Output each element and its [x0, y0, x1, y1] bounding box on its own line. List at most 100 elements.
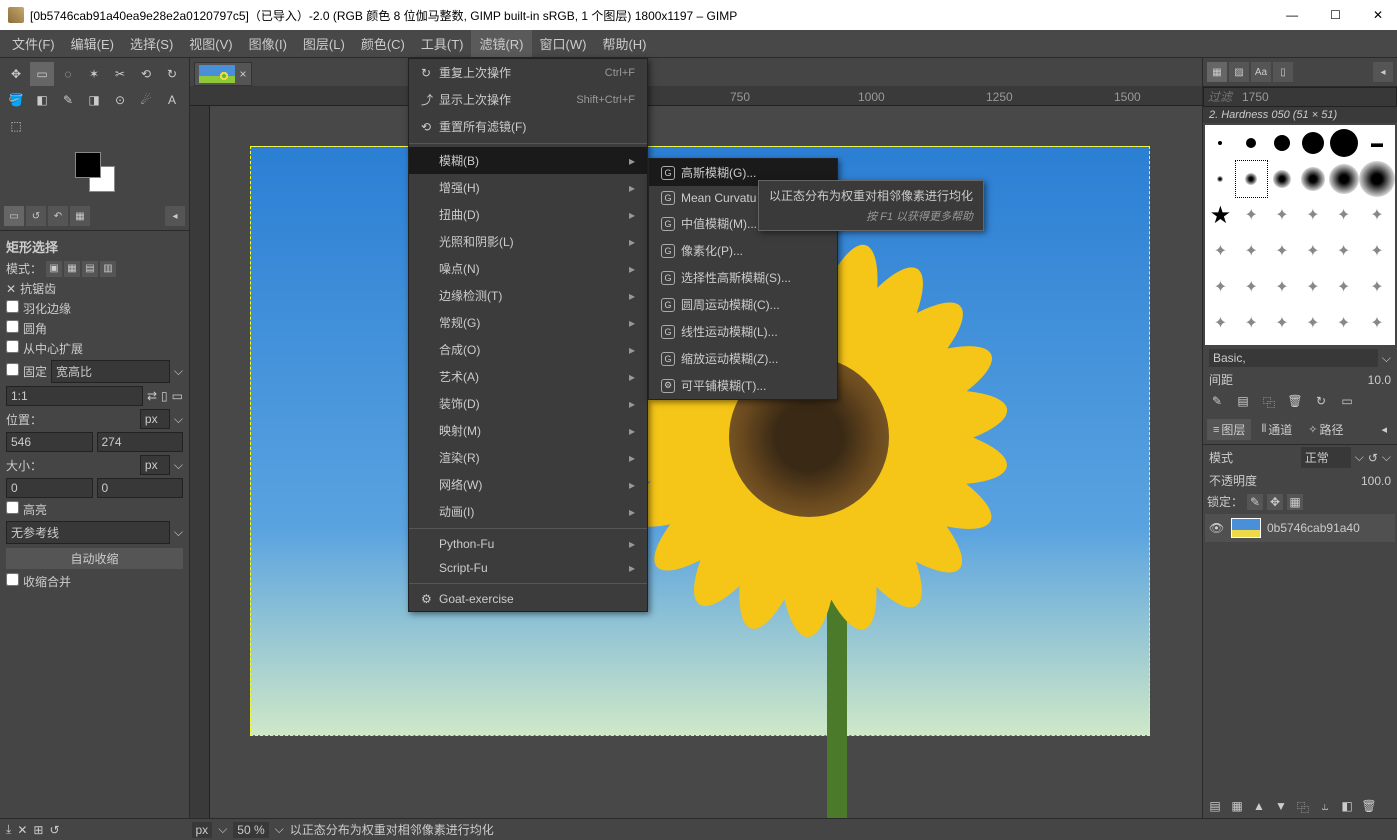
- menu-item[interactable]: ↻重复上次操作Ctrl+F: [409, 59, 647, 86]
- brush-item[interactable]: ▬: [1359, 125, 1395, 161]
- menu-4[interactable]: 图像(I): [241, 30, 295, 57]
- image-tab[interactable]: ×: [194, 62, 252, 86]
- brush-item[interactable]: ✦: [1297, 305, 1328, 341]
- mode-subtract[interactable]: ▤: [82, 261, 98, 277]
- dropdown-icon[interactable]: ⌵: [275, 822, 284, 837]
- move-tool[interactable]: ✥: [4, 62, 28, 86]
- pencil-tool[interactable]: ✎: [56, 88, 80, 112]
- images-tab[interactable]: ▦: [70, 206, 90, 226]
- size-h-input[interactable]: 0: [97, 478, 184, 498]
- brush-item[interactable]: ✦: [1328, 305, 1359, 341]
- brush-item[interactable]: ✦: [1205, 305, 1236, 341]
- mode-intersect[interactable]: ▥: [100, 261, 116, 277]
- raise-layer-icon[interactable]: ▲: [1251, 799, 1267, 816]
- brush-item[interactable]: [1267, 161, 1298, 197]
- dropdown-icon[interactable]: ⌵: [174, 525, 183, 540]
- brush-item[interactable]: [1267, 125, 1298, 161]
- menu-9[interactable]: 窗口(W): [532, 30, 595, 57]
- dock-menu[interactable]: ◂: [1373, 62, 1393, 82]
- feather-checkbox[interactable]: 羽化边缘: [6, 300, 71, 317]
- menu-item[interactable]: 渲染(R)▸: [409, 444, 647, 471]
- new-brush-icon[interactable]: ▤: [1235, 394, 1251, 411]
- menu-item[interactable]: 合成(O)▸: [409, 336, 647, 363]
- gradient-tool[interactable]: ◧: [30, 88, 54, 112]
- menu-item[interactable]: Script-Fu▸: [409, 556, 647, 580]
- antialias-checkbox[interactable]: 抗锯齿: [20, 280, 56, 297]
- menu-item[interactable]: 边缘检测(T)▸: [409, 282, 647, 309]
- dropdown-icon[interactable]: ⌵: [1382, 450, 1391, 465]
- brush-item[interactable]: ✦: [1328, 197, 1359, 233]
- brush-item[interactable]: ✦: [1267, 233, 1298, 269]
- menu-item[interactable]: 网络(W)▸: [409, 471, 647, 498]
- menu-item[interactable]: 噪点(N)▸: [409, 255, 647, 282]
- brush-item[interactable]: ✦: [1236, 305, 1267, 341]
- brush-item[interactable]: ✦: [1297, 233, 1328, 269]
- lock-pixels-icon[interactable]: ✎: [1247, 494, 1263, 510]
- brush-item[interactable]: ✦: [1236, 233, 1267, 269]
- dup-brush-icon[interactable]: ⿻: [1261, 394, 1277, 411]
- layer-row[interactable]: 👁 0b5746cab91a40: [1205, 514, 1395, 542]
- pos-y-input[interactable]: 274: [97, 432, 184, 452]
- rect-select-tool[interactable]: ▭: [30, 62, 54, 86]
- brush-preset-select[interactable]: Basic,: [1209, 349, 1378, 367]
- brush-item[interactable]: ✦: [1359, 233, 1395, 269]
- undo-history-tab[interactable]: ↶: [48, 206, 68, 226]
- dropdown-icon[interactable]: ⌵: [1355, 450, 1364, 465]
- menu-2[interactable]: 选择(S): [122, 30, 181, 57]
- paths-tab[interactable]: ✧路径: [1302, 419, 1349, 440]
- menu-item[interactable]: 装饰(D)▸: [409, 390, 647, 417]
- fixed-checkbox[interactable]: 固定: [6, 363, 47, 380]
- crop-tool[interactable]: ✂: [108, 62, 132, 86]
- menu-item[interactable]: 扭曲(D)▸: [409, 201, 647, 228]
- fixed-mode-select[interactable]: 宽高比: [51, 360, 170, 383]
- dropdown-icon[interactable]: ⌵: [174, 458, 183, 473]
- new-layer-icon[interactable]: ▤: [1207, 799, 1223, 816]
- dropdown-icon[interactable]: ⌵: [174, 364, 183, 379]
- portrait-icon[interactable]: ▯: [161, 389, 168, 403]
- menu-item[interactable]: 映射(M)▸: [409, 417, 647, 444]
- auto-shrink-button[interactable]: 自动收缩: [6, 548, 183, 569]
- menu-5[interactable]: 图层(L): [295, 30, 353, 57]
- brush-filter-input[interactable]: [1203, 87, 1397, 107]
- ratio-input[interactable]: 1:1: [6, 386, 143, 406]
- open-brush-icon[interactable]: ▭: [1339, 394, 1355, 411]
- brush-item[interactable]: ✦: [1205, 269, 1236, 305]
- refresh-brush-icon[interactable]: ↻: [1313, 394, 1329, 411]
- mode-reset-icon[interactable]: ↺: [1368, 451, 1378, 465]
- brush-item[interactable]: [1359, 161, 1395, 197]
- landscape-icon[interactable]: ▭: [172, 389, 183, 403]
- submenu-item[interactable]: ⚙可平铺模糊(T)...: [649, 372, 837, 399]
- menu-item[interactable]: 光照和阴影(L)▸: [409, 228, 647, 255]
- fg-color[interactable]: [75, 152, 101, 178]
- patterns-tab[interactable]: ▨: [1229, 62, 1249, 82]
- eraser-tool[interactable]: ◨: [82, 88, 106, 112]
- lower-layer-icon[interactable]: ▼: [1273, 799, 1289, 816]
- layers-tab[interactable]: ≡图层: [1207, 419, 1251, 440]
- maximize-button[interactable]: ☐: [1324, 8, 1347, 22]
- channels-tab[interactable]: ⦀通道: [1255, 419, 1298, 440]
- layer-group-icon[interactable]: ▦: [1229, 799, 1245, 816]
- brush-item[interactable]: ✦: [1359, 269, 1395, 305]
- brush-item[interactable]: [1236, 125, 1267, 161]
- fuzzy-select-tool[interactable]: ✶: [82, 62, 106, 86]
- mask-layer-icon[interactable]: ◧: [1339, 799, 1355, 816]
- brush-item[interactable]: ✦: [1297, 269, 1328, 305]
- text-tool[interactable]: ⬚: [4, 114, 28, 138]
- menu-item[interactable]: ⚙Goat-exercise: [409, 587, 647, 611]
- fonts-tab[interactable]: Aa: [1251, 62, 1271, 82]
- path-tool[interactable]: A: [160, 88, 184, 112]
- menu-3[interactable]: 视图(V): [181, 30, 240, 57]
- brush-item[interactable]: ✦: [1267, 197, 1298, 233]
- tool-options-tab[interactable]: ▭: [4, 206, 24, 226]
- menu-7[interactable]: 工具(T): [413, 30, 472, 57]
- delete-layer-icon[interactable]: 🗑: [1361, 799, 1377, 816]
- minimize-button[interactable]: —: [1280, 8, 1304, 22]
- pos-unit[interactable]: px: [140, 409, 170, 429]
- menu-item[interactable]: ⟲重置所有滤镜(F): [409, 113, 647, 140]
- lock-position-icon[interactable]: ✥: [1267, 494, 1283, 510]
- brush-item[interactable]: ★: [1205, 197, 1236, 233]
- dropdown-icon[interactable]: ⌵: [174, 412, 183, 427]
- brush-item[interactable]: ✦: [1205, 233, 1236, 269]
- tab-close-icon[interactable]: ×: [239, 67, 246, 81]
- menu-1[interactable]: 编辑(E): [63, 30, 122, 57]
